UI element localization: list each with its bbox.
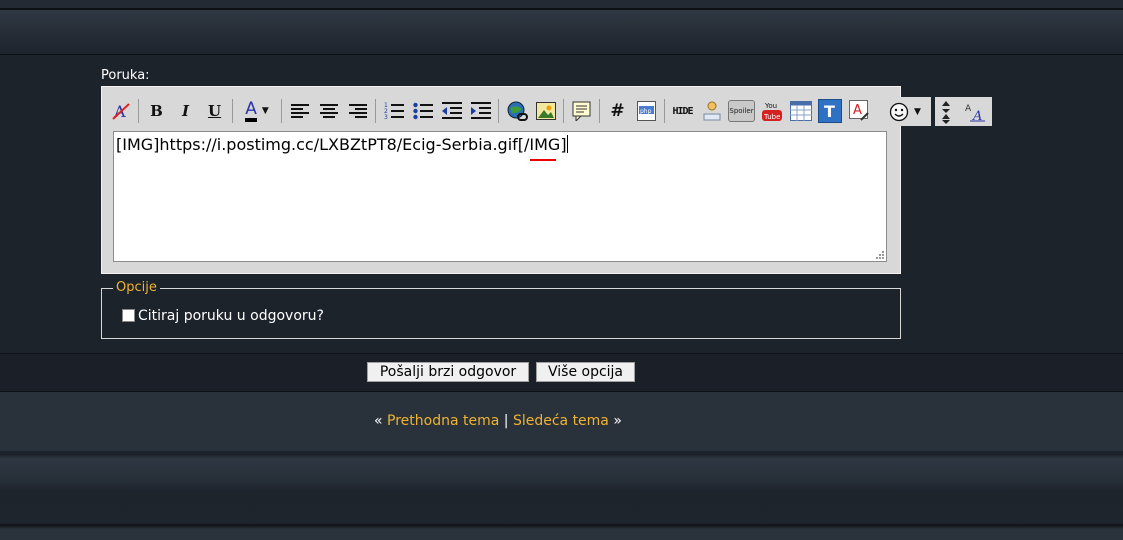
outdent-icon	[441, 102, 462, 119]
editor-toolbar: A B I U A ▼ 123 # php HIDE	[108, 96, 875, 126]
align-right-button[interactable]	[345, 98, 370, 124]
insert-link-button[interactable]	[504, 98, 529, 124]
smilies-button[interactable]: ▼	[885, 97, 931, 126]
svg-text:A: A	[972, 109, 982, 122]
toolbar-separator	[563, 99, 564, 123]
header-bar	[0, 10, 1123, 54]
indent-icon	[470, 102, 491, 119]
unordered-list-button[interactable]	[410, 98, 435, 124]
prev-arrow: «	[374, 413, 383, 429]
divider	[0, 54, 1123, 55]
text-caret	[566, 135, 568, 153]
quote-button[interactable]	[569, 98, 594, 124]
hider-button[interactable]	[699, 98, 724, 124]
svg-text:php: php	[640, 108, 652, 115]
toolbar-separator	[281, 99, 282, 123]
align-right-icon	[348, 104, 367, 118]
message-textarea[interactable]: [IMG]https://i.postimg.cc/LXBZtPT8/Ecig-…	[113, 131, 887, 262]
footer-bar	[0, 451, 1123, 540]
php-button[interactable]: php	[634, 98, 659, 124]
align-left-icon	[290, 104, 309, 118]
header-strip	[0, 0, 1123, 8]
table-button[interactable]	[788, 98, 813, 124]
textbox-button[interactable]: T	[817, 98, 842, 124]
spoiler-icon: Spoiler	[728, 100, 755, 122]
insert-image-button[interactable]	[533, 98, 558, 124]
spoiler-button[interactable]: Spoiler	[728, 98, 755, 124]
smiley-icon	[889, 102, 909, 121]
prev-topic-link[interactable]: Prethodna tema	[387, 413, 499, 429]
svg-text:Tube: Tube	[763, 113, 780, 121]
quote-checkbox[interactable]	[122, 309, 135, 322]
indent-button[interactable]	[468, 98, 493, 124]
image-icon	[535, 102, 556, 120]
svg-text:3: 3	[384, 114, 388, 120]
chevron-down-icon: ▼	[261, 106, 269, 116]
italic-icon: I	[181, 102, 190, 120]
unordered-list-icon	[412, 102, 433, 120]
php-icon: php	[636, 101, 656, 121]
hide-button[interactable]: HIDE	[670, 98, 695, 124]
font-color-button[interactable]: A ▼	[238, 98, 276, 124]
user-hide-icon	[703, 101, 720, 121]
remove-format-icon[interactable]: A	[108, 98, 133, 124]
more-options-button[interactable]: Više opcija	[536, 362, 635, 382]
ordered-list-icon: 123	[384, 102, 404, 120]
youtube-icon: You Tube	[761, 102, 782, 121]
underline-button[interactable]: U	[202, 98, 227, 124]
highlight-icon: A	[848, 100, 869, 121]
options-legend: Opcije	[113, 280, 160, 295]
svg-text:A: A	[965, 104, 972, 114]
toolbar-separator	[599, 99, 600, 123]
toolbar-separator	[664, 99, 665, 123]
quote-icon	[572, 101, 590, 121]
toolbar-separator	[375, 99, 376, 123]
extra-tools: AA	[935, 97, 992, 126]
textbox-icon: T	[817, 99, 842, 123]
resize-grip-icon[interactable]	[875, 250, 885, 260]
globe-link-icon	[507, 101, 528, 121]
highlight-button[interactable]: A	[846, 98, 871, 124]
next-arrow: »	[613, 413, 622, 429]
align-center-button[interactable]	[316, 98, 341, 124]
bold-icon: B	[150, 102, 163, 120]
table-icon	[789, 101, 812, 121]
outdent-button[interactable]	[439, 98, 464, 124]
send-quick-reply-button[interactable]: Pošalji brzi odgovor	[367, 362, 529, 382]
svg-text:A: A	[853, 103, 862, 118]
hide-icon: HIDE	[672, 105, 693, 117]
italic-button[interactable]: I	[173, 98, 198, 124]
svg-text:You: You	[764, 102, 777, 110]
youtube-button[interactable]: You Tube	[759, 98, 784, 124]
resize-editor-icon[interactable]	[941, 100, 951, 124]
message-text: [IMG]https://i.postimg.cc/LXBZtPT8/Ecig-…	[116, 135, 567, 154]
topic-navigation: « Prethodna tema | Sledeća tema »	[374, 413, 622, 429]
ordered-list-button[interactable]: 123	[381, 98, 406, 124]
toolbar-separator	[232, 99, 233, 123]
message-label: Poruka:	[101, 68, 150, 83]
spellcheck-underline	[530, 159, 556, 161]
toolbar-separator	[498, 99, 499, 123]
font-color-icon: A	[245, 100, 257, 122]
quote-checkbox-label[interactable]: Citiraj poruku u odgovoru?	[138, 308, 324, 324]
code-button[interactable]: #	[605, 98, 630, 124]
align-left-button[interactable]	[287, 98, 312, 124]
typography-icon[interactable]: AA	[964, 102, 986, 122]
hash-icon: #	[610, 101, 625, 121]
bold-button[interactable]: B	[144, 98, 169, 124]
underline-icon: U	[207, 102, 222, 120]
chevron-down-icon: ▼	[914, 106, 921, 117]
next-topic-link[interactable]: Sledeća tema	[513, 413, 609, 429]
toolbar-separator	[138, 99, 139, 123]
nav-separator: |	[503, 413, 509, 429]
align-center-icon	[319, 104, 338, 118]
